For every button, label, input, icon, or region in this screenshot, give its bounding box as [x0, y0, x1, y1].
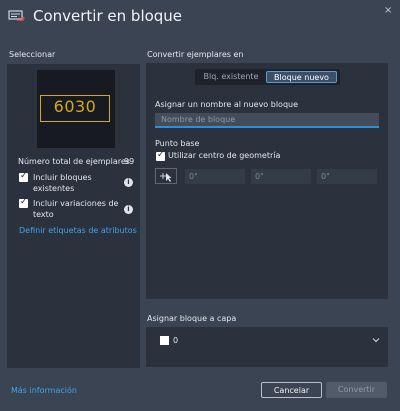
base-point-z-field[interactable]: 0"	[317, 169, 377, 184]
more-info-link[interactable]: Más información	[11, 386, 77, 395]
include-variations-label-line2: texto	[33, 210, 54, 219]
cancel-button[interactable]: Cancelar	[261, 382, 322, 398]
convert-button[interactable]: Convertir	[326, 382, 387, 398]
dialog-title: Convertir en bloque	[33, 7, 183, 25]
pick-point-button[interactable]	[155, 168, 177, 184]
cursor-pick-icon	[160, 173, 172, 182]
preview-text: 6030	[53, 97, 97, 116]
use-geometry-center-checkbox[interactable]	[156, 150, 165, 161]
include-existing-label: Incluir bloques existentes	[33, 172, 92, 194]
layer-value: 0	[173, 336, 179, 345]
info-icon[interactable]: i	[124, 178, 133, 187]
block-type-toggle: Blq. existente Bloque nuevo	[195, 69, 340, 85]
select-heading: Seleccionar	[9, 50, 56, 59]
assign-layer-heading: Asignar bloque a capa	[147, 314, 237, 323]
base-point-x-field[interactable]: 0"	[185, 169, 245, 184]
convert-block-icon	[8, 10, 25, 21]
block-preview: 6030	[37, 70, 115, 148]
chevron-down-icon[interactable]	[371, 335, 381, 345]
include-variations-label: Incluir variaciones de texto	[33, 198, 118, 220]
include-existing-checkbox[interactable]	[19, 171, 28, 182]
block-name-input[interactable]	[155, 113, 379, 128]
base-point-label: Punto base	[155, 139, 200, 148]
define-attribute-tags-link[interactable]: Definir etiquetas de atributos	[19, 226, 137, 235]
new-block-option[interactable]: Bloque nuevo	[266, 71, 337, 83]
block-name-label: Asignar un nombre al nuevo bloque	[155, 100, 299, 109]
convert-to-heading: Convertir ejemplares en	[147, 50, 244, 59]
base-point-y-field[interactable]: 0"	[251, 169, 311, 184]
layer-dropdown[interactable]	[155, 333, 381, 349]
include-existing-label-line2: existentes	[33, 184, 75, 193]
layer-color-swatch	[160, 336, 169, 345]
total-instances-label: Número total de ejemplares	[18, 157, 130, 166]
info-icon[interactable]: i	[124, 205, 133, 214]
existing-block-option[interactable]: Blq. existente	[197, 71, 265, 83]
close-icon[interactable]: ×	[384, 5, 392, 16]
preview-frame: 6030	[40, 95, 110, 122]
include-variations-checkbox[interactable]	[19, 197, 28, 208]
include-existing-label-line1: Incluir bloques	[33, 173, 92, 182]
use-geometry-center-label: Utilizar centro de geometría	[168, 151, 281, 160]
total-instances-value: 99	[124, 157, 135, 166]
include-variations-label-line1: Incluir variaciones de	[33, 199, 119, 208]
